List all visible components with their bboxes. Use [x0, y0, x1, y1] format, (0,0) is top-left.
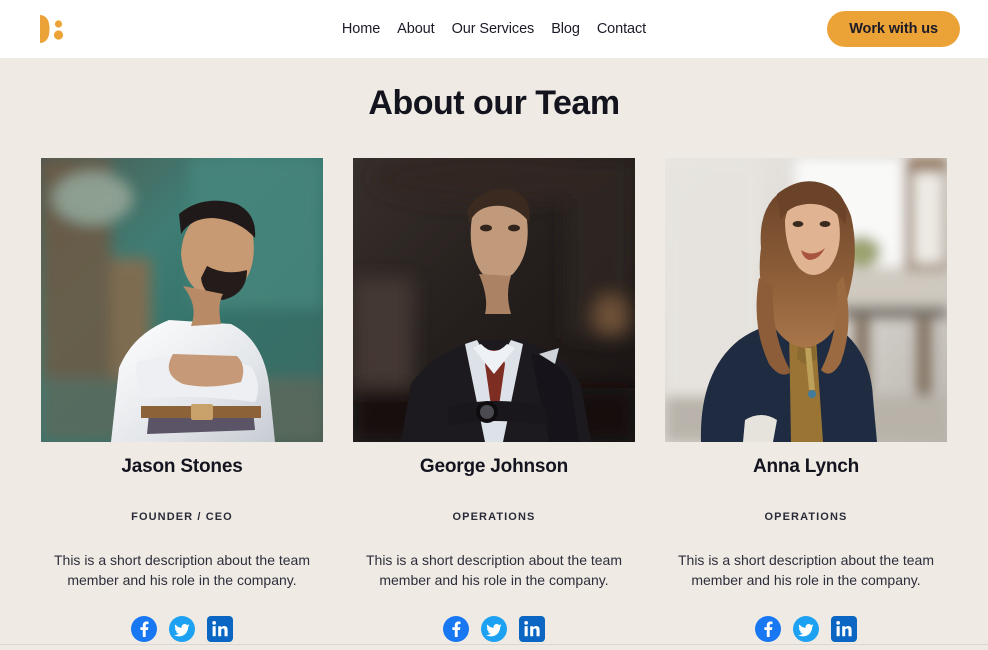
nav-item-contact[interactable]: Contact	[597, 21, 646, 37]
linkedin-icon[interactable]	[207, 616, 233, 642]
facebook-icon[interactable]	[443, 616, 469, 642]
member-role: FOUNDER / CEO	[131, 511, 233, 523]
page-title: About our Team	[368, 84, 620, 122]
member-bio: This is a short description about the te…	[365, 552, 623, 588]
team-member-card: Jason Stones FOUNDER / CEO This is a sho…	[41, 158, 323, 642]
member-photo-jason-stones	[41, 158, 323, 442]
site-header: Home About Our Services Blog Contact Wor…	[0, 0, 988, 58]
nav-item-about[interactable]: About	[397, 21, 435, 37]
twitter-icon[interactable]	[481, 616, 507, 642]
team-member-card: George Johnson OPERATIONS This is a shor…	[353, 158, 635, 642]
page-bottom-divider	[0, 644, 988, 645]
member-name: Anna Lynch	[752, 456, 860, 477]
member-name: Jason Stones	[121, 456, 243, 477]
social-links	[443, 616, 545, 642]
social-links	[131, 616, 233, 642]
twitter-icon[interactable]	[793, 616, 819, 642]
brand-logo-link[interactable]	[34, 12, 68, 46]
linkedin-icon[interactable]	[519, 616, 545, 642]
linkedin-icon[interactable]	[831, 616, 857, 642]
nav-item-blog[interactable]: Blog	[551, 21, 580, 37]
member-bio: This is a short description about the te…	[677, 552, 935, 588]
facebook-icon[interactable]	[131, 616, 157, 642]
work-with-us-button[interactable]: Work with us	[827, 11, 960, 47]
facebook-icon[interactable]	[755, 616, 781, 642]
nav-item-our-services[interactable]: Our Services	[452, 21, 535, 37]
member-role: OPERATIONS	[452, 511, 536, 523]
member-role: OPERATIONS	[764, 511, 848, 523]
main-content: About our Team Jason Stones FOUNDER / CE…	[0, 58, 988, 650]
member-bio: This is a short description about the te…	[53, 552, 311, 588]
member-photo-anna-lynch	[665, 158, 947, 442]
member-name: George Johnson	[419, 456, 569, 477]
nav-item-home[interactable]: Home	[342, 21, 380, 37]
brand-logo-icon	[40, 15, 64, 43]
twitter-icon[interactable]	[169, 616, 195, 642]
team-member-card: Anna Lynch OPERATIONS This is a short de…	[665, 158, 947, 642]
social-links	[755, 616, 857, 642]
member-photo-george-johnson	[353, 158, 635, 442]
team-grid: Jason Stones FOUNDER / CEO This is a sho…	[0, 158, 988, 642]
